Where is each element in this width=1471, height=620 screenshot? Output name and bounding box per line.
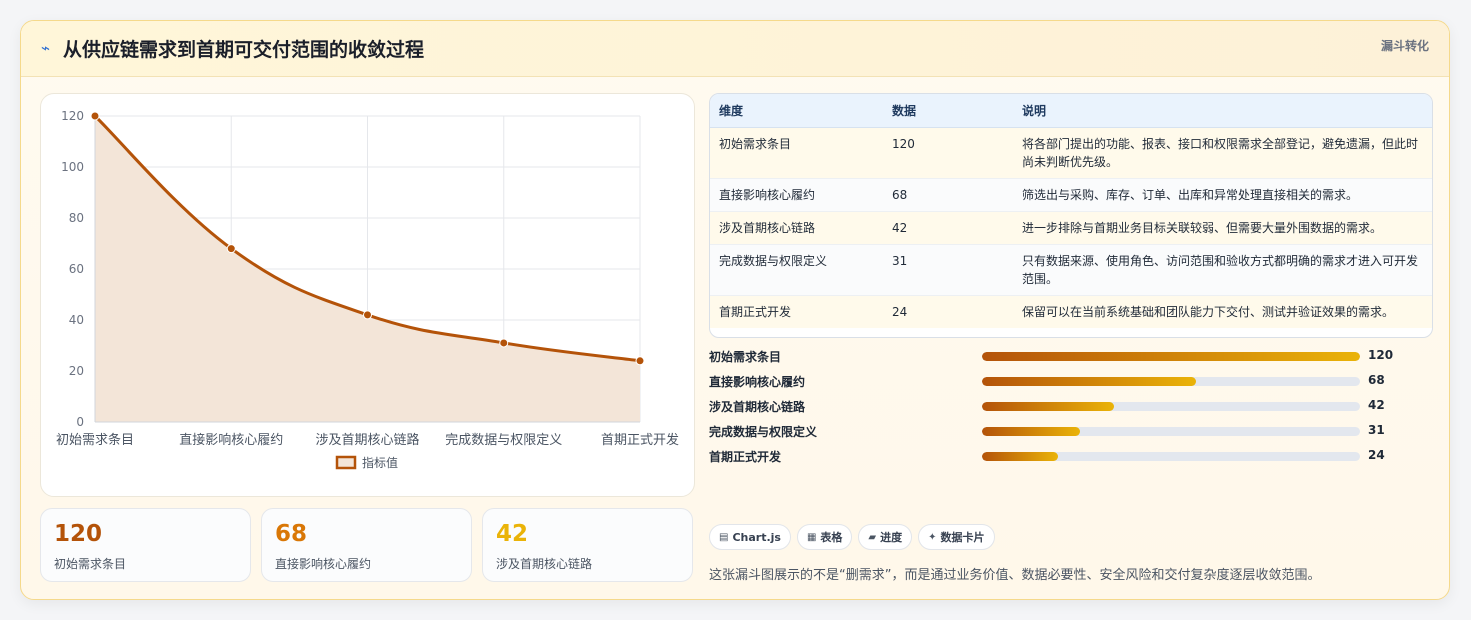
card-tag: 漏斗转化 — [1380, 39, 1429, 53]
chip-data-card[interactable]: ✦ 数据卡片 — [918, 524, 995, 550]
x-tick-label: 首期正式开发 — [601, 432, 679, 448]
progress-track — [982, 377, 1360, 386]
cell-value: 24 — [883, 294, 1013, 328]
progress-track — [982, 427, 1360, 436]
legend-label: 指标值 — [362, 455, 398, 470]
table-row: 首期正式开发 24 保留可以在当前系统基础和团队能力下交付、测试并验证效果的需求… — [710, 294, 1432, 328]
chip-chartjs[interactable]: ▤ Chart.js — [709, 524, 791, 550]
progress-row: 涉及首期核心链路 42 — [709, 397, 1433, 417]
cell-value: 120 — [883, 126, 1013, 178]
progress-track — [982, 352, 1360, 361]
card-header: ⌁ 从供应链需求到首期可交付范围的收敛过程 漏斗转化 — [21, 21, 1449, 77]
wave-icon: ⌁ — [41, 39, 51, 57]
table-row: 初始需求条目 120 将各部门提出的功能、报表、接口和权限需求全部登记，避免遗漏… — [710, 126, 1432, 178]
x-tick-label: 直接影响核心履约 — [179, 432, 283, 448]
data-point — [635, 356, 645, 366]
progress-row: 直接影响核心履约 68 — [709, 372, 1433, 392]
chip-table[interactable]: ▦ 表格 — [796, 524, 853, 550]
tech-chips: ▤ Chart.js ▦ 表格 ▰ 进度 ✦ 数据卡片 — [709, 524, 1001, 550]
area-chart: 0 20 40 60 80 100 120 初始需求条目 直接影响核心履约 涉及首期核心链路 完成数… — [56, 109, 679, 470]
cell-dimension: 初始需求条目 — [710, 126, 883, 178]
progress-fill — [982, 427, 1080, 436]
table-header-row: 维度 数据 说明 — [710, 94, 1432, 128]
progress-track — [982, 402, 1360, 411]
chip-label: 进度 — [880, 531, 903, 544]
cell-description: 只有数据来源、使用角色、访问范围和验收方式都明确的需求才进入可开发范围。 — [1013, 243, 1432, 295]
y-tick-label: 40 — [69, 313, 84, 327]
progress-label: 初始需求条目 — [709, 350, 782, 364]
chip-label: Chart.js — [732, 530, 781, 544]
stat-label: 直接影响核心履约 — [275, 557, 372, 571]
progress-icon: ▰ — [868, 531, 877, 543]
table-row: 直接影响核心履约 68 筛选出与采购、库存、订单、出库和异常处理直接相关的需求。 — [710, 177, 1432, 211]
stat-card-2: 68 直接影响核心履约 — [261, 508, 472, 582]
funnel-card: ⌁ 从供应链需求到首期可交付范围的收敛过程 漏斗转化 0 20 40 60 80 100 1… — [20, 20, 1450, 600]
stat-value: 120 — [54, 521, 103, 547]
cell-value: 68 — [883, 177, 1013, 211]
cell-value: 31 — [883, 243, 1013, 295]
y-tick-label: 100 — [61, 160, 84, 174]
progress-label: 完成数据与权限定义 — [709, 425, 818, 439]
table-row: 完成数据与权限定义 31 只有数据来源、使用角色、访问范围和验收方式都明确的需求… — [710, 243, 1432, 295]
y-tick-label: 80 — [69, 211, 84, 225]
data-point — [499, 338, 509, 348]
cell-description: 保留可以在当前系统基础和团队能力下交付、测试并验证效果的需求。 — [1013, 294, 1432, 328]
progress-value: 31 — [1368, 423, 1385, 437]
card-title: 从供应链需求到首期可交付范围的收敛过程 — [63, 39, 425, 61]
cell-dimension: 完成数据与权限定义 — [710, 243, 883, 295]
y-tick-label: 120 — [61, 109, 84, 123]
table-icon: ▦ — [806, 531, 817, 543]
data-table: 维度 数据 说明 初始需求条目 120 将各部门提出的功能、报表、接口和权限需求… — [709, 93, 1433, 338]
progress-row: 初始需求条目 120 — [709, 347, 1433, 367]
progress-value: 68 — [1368, 373, 1385, 387]
legend-swatch — [335, 455, 357, 470]
x-tick-label: 完成数据与权限定义 — [445, 432, 562, 448]
y-tick-label: 0 — [76, 415, 84, 429]
progress-fill — [982, 352, 1360, 361]
footnote: 这张漏斗图展示的不是“删需求”，而是通过业务价值、数据必要性、安全风险和交付复杂… — [709, 568, 1321, 583]
col-header-description: 说明 — [1013, 94, 1432, 128]
stat-card-1: 120 初始需求条目 — [40, 508, 251, 582]
col-header-value: 数据 — [883, 94, 1013, 128]
progress-row: 首期正式开发 24 — [709, 447, 1433, 467]
x-tick-label: 初始需求条目 — [56, 432, 134, 448]
data-point — [363, 310, 372, 320]
y-tick-label: 20 — [69, 364, 84, 378]
chart-icon: ▤ — [719, 531, 729, 543]
progress-value: 24 — [1368, 448, 1385, 462]
y-tick-label: 60 — [69, 262, 84, 276]
cell-description: 将各部门提出的功能、报表、接口和权限需求全部登记，避免遗漏，但此时尚未判断优先级… — [1013, 126, 1432, 178]
stat-value: 42 — [496, 521, 529, 547]
progress-track — [982, 452, 1360, 461]
progress-fill — [982, 377, 1197, 386]
cell-dimension: 首期正式开发 — [710, 294, 883, 328]
progress-value: 42 — [1368, 398, 1385, 412]
x-tick-label: 涉及首期核心链路 — [315, 432, 419, 448]
cell-dimension: 直接影响核心履约 — [710, 177, 883, 211]
table-row: 涉及首期核心链路 42 进一步排除与首期业务目标关联较弱、但需要大量外围数据的需… — [710, 210, 1432, 244]
data-point — [90, 111, 100, 121]
chip-label: 表格 — [820, 531, 843, 544]
cell-dimension: 涉及首期核心链路 — [710, 210, 883, 244]
progress-label: 首期正式开发 — [709, 450, 782, 464]
progress-label: 涉及首期核心链路 — [709, 400, 806, 414]
stat-card-3: 42 涉及首期核心链路 — [482, 508, 693, 582]
area-chart-panel: 0 20 40 60 80 100 120 初始需求条目 直接影响核心履约 涉及首期核心链路 完成数… — [40, 93, 695, 497]
progress-fill — [982, 452, 1058, 461]
chip-label: 数据卡片 — [940, 531, 985, 544]
cell-description: 筛选出与采购、库存、订单、出库和异常处理直接相关的需求。 — [1013, 177, 1432, 211]
cell-value: 42 — [883, 210, 1013, 244]
cell-description: 进一步排除与首期业务目标关联较弱、但需要大量外围数据的需求。 — [1013, 210, 1432, 244]
stat-label: 初始需求条目 — [54, 557, 127, 571]
progress-value: 120 — [1368, 348, 1394, 362]
stat-label: 涉及首期核心链路 — [496, 557, 593, 571]
data-point — [226, 244, 236, 254]
progress-fill — [982, 402, 1115, 411]
sparkle-icon: ✦ — [928, 531, 937, 543]
col-header-dimension: 维度 — [710, 94, 883, 128]
stat-value: 68 — [275, 521, 308, 547]
progress-label: 直接影响核心履约 — [709, 375, 806, 389]
chip-progress[interactable]: ▰ 进度 — [858, 524, 913, 550]
progress-row: 完成数据与权限定义 31 — [709, 422, 1433, 442]
